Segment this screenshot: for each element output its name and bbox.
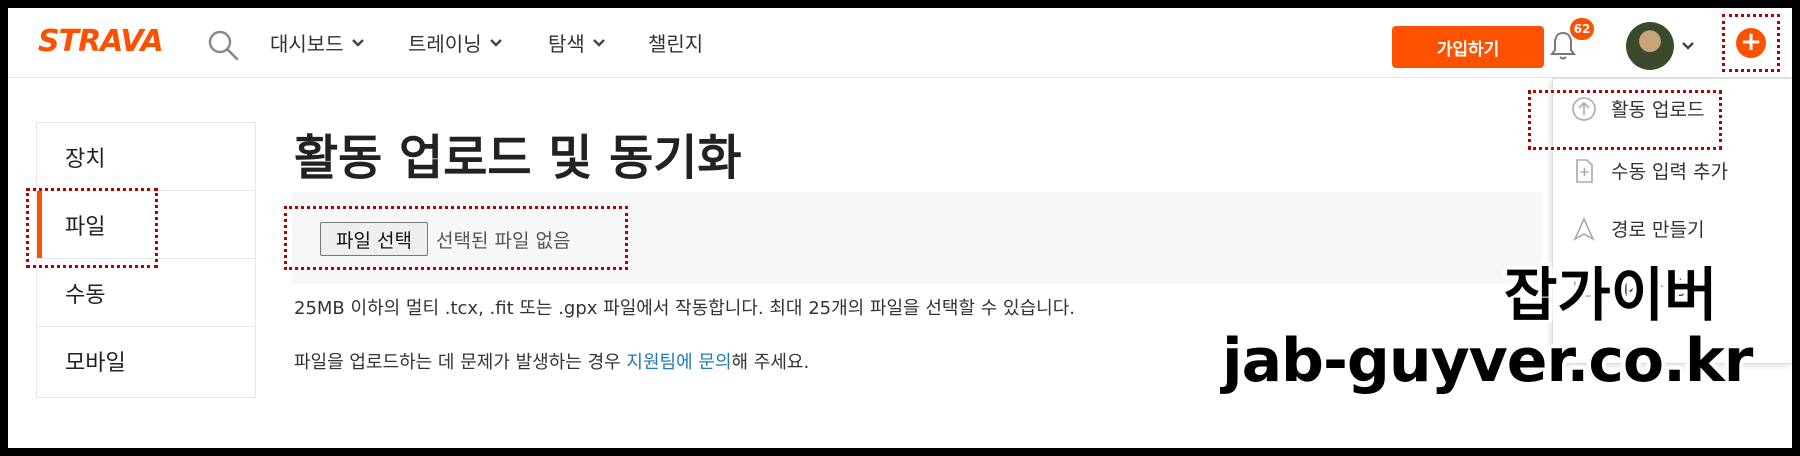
sidebar-item-label: 장치 [65, 146, 106, 172]
nav-challenges-label: 챌린지 [648, 32, 704, 56]
avatar[interactable] [1626, 22, 1674, 70]
menu-item-label: 수동 입력 추가 [1611, 161, 1728, 183]
notification-badge: 62 [1570, 18, 1594, 40]
sidebar-item-label: 수동 [65, 282, 106, 308]
chevron-down-icon[interactable] [1682, 42, 1694, 50]
sidebar-item-label: 모바일 [65, 351, 126, 376]
menu-item-manual-entry[interactable]: 수동 입력 추가 [1571, 157, 1728, 184]
nav-explore-label: 탐색 [548, 32, 585, 56]
plus-icon[interactable]: + [1736, 28, 1766, 58]
nav-training[interactable]: 트레이닝 [408, 28, 502, 57]
sidebar-item-manual[interactable]: 수동 [37, 259, 255, 327]
chevron-down-icon [592, 38, 605, 47]
nav-challenges[interactable]: 챌린지 [648, 28, 703, 57]
signup-button[interactable]: 가입하기 [1392, 26, 1544, 68]
upload-description: 25MB 이하의 멀티 .tcx, .fit 또는 .gpx 파일에서 작동합니… [294, 298, 1075, 319]
nav-explore[interactable]: 탐색 [548, 28, 605, 57]
file-status: 선택된 파일 없음 [436, 230, 571, 252]
search-icon[interactable] [206, 28, 240, 62]
annotation-highlight-upload [1528, 90, 1722, 150]
add-file-icon [1576, 158, 1593, 183]
nav-training-label: 트레이닝 [408, 32, 482, 56]
nav-dashboard-label: 대시보드 [270, 32, 344, 56]
screenshot-frame: STRAVA 대시보드 트레이닝 탐색 챌린지 가입하기 62 + 장치 파일 … [0, 0, 1800, 456]
page-title: 활동 업로드 및 동기화 [294, 130, 742, 186]
nav-dashboard[interactable]: 대시보드 [270, 28, 364, 57]
support-link[interactable]: 지원팀에 문의 [626, 352, 731, 373]
sidebar-item-mobile[interactable]: 모바일 [37, 327, 255, 395]
help-text: 파일을 업로드하는 데 문제가 발생하는 경우 지원팀에 문의해 주세요. [294, 348, 809, 374]
choose-file-button[interactable]: 파일 선택 [320, 222, 428, 256]
page: STRAVA 대시보드 트레이닝 탐색 챌린지 가입하기 62 + 장치 파일 … [8, 8, 1792, 448]
menu-item-create-route[interactable]: 경로 만들기 [1571, 215, 1704, 242]
top-nav: STRAVA 대시보드 트레이닝 탐색 챌린지 가입하기 62 + [8, 8, 1792, 78]
annotation-highlight-file [26, 188, 158, 268]
annotation-highlight-plus: + [1722, 14, 1780, 72]
strava-logo[interactable]: STRAVA [38, 24, 164, 59]
route-icon [1573, 216, 1595, 241]
chevron-down-icon [351, 38, 364, 47]
watermark-url: jab-guyver.co.kr [1222, 326, 1753, 396]
watermark-title: 잡가이버 [1504, 261, 1718, 329]
menu-item-label: 경로 만들기 [1611, 219, 1705, 241]
help-suffix: 해 주세요. [731, 352, 810, 373]
sidebar-item-device[interactable]: 장치 [37, 123, 255, 191]
help-prefix: 파일을 업로드하는 데 문제가 발생하는 경우 [294, 352, 627, 373]
chevron-down-icon [489, 38, 502, 47]
